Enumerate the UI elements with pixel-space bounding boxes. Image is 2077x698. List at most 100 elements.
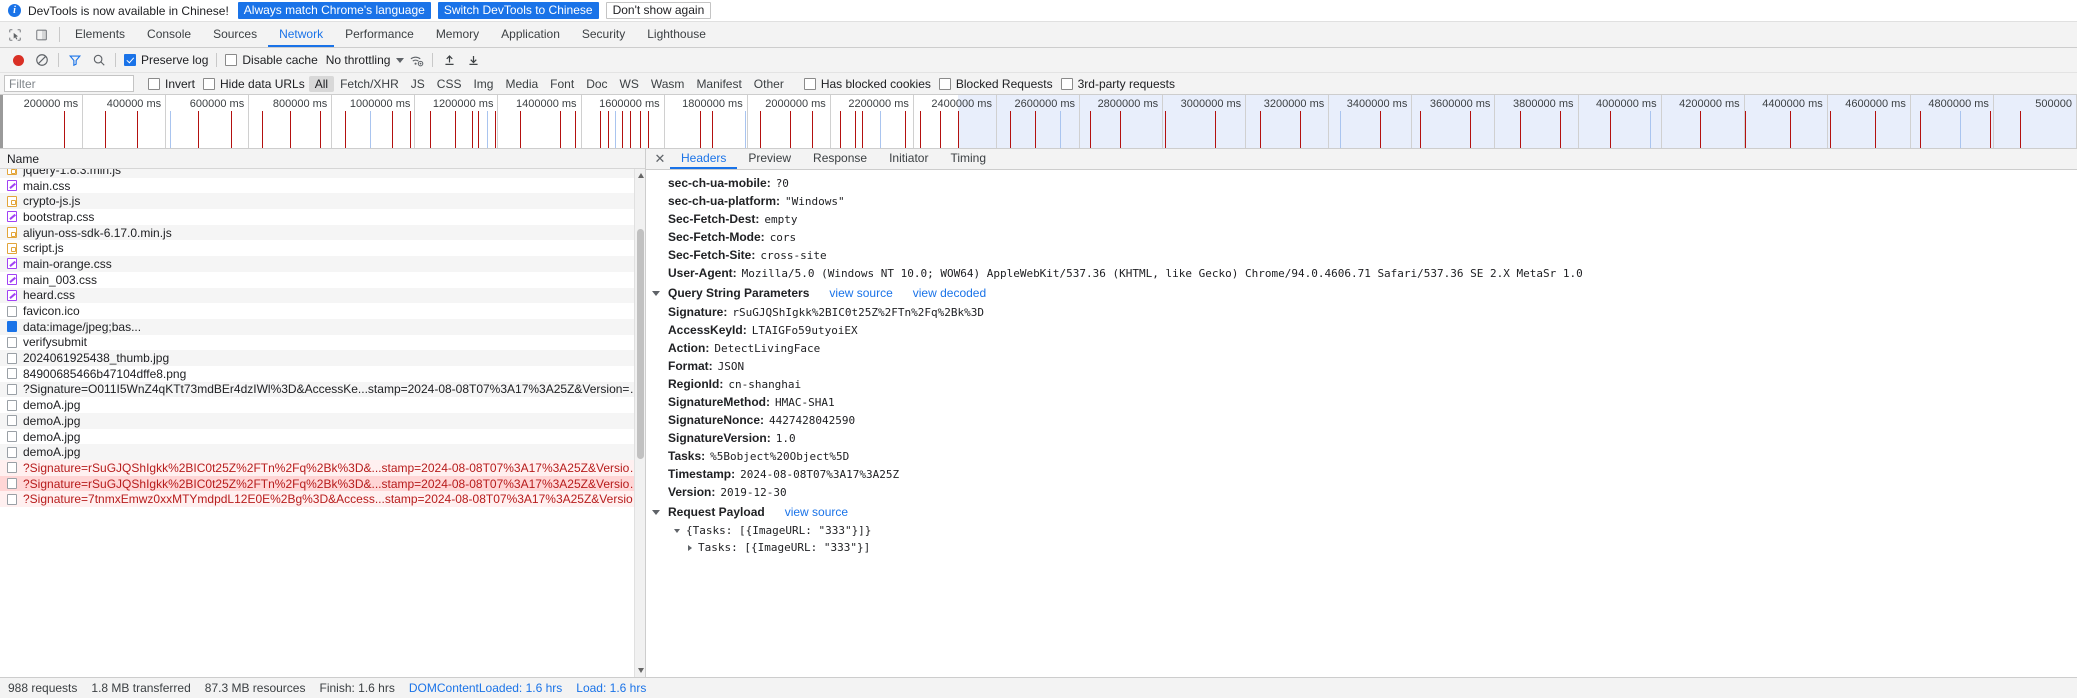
record-button[interactable] (6, 50, 30, 70)
table-row[interactable]: demoA.jpg (0, 429, 645, 445)
list-scrollbar[interactable] (634, 169, 645, 677)
query-param-key: AccessKeyId: (668, 322, 747, 337)
status-dom-content-loaded: DOMContentLoaded: 1.6 hrs (408, 681, 563, 695)
filter-input[interactable] (4, 75, 134, 92)
payload-root-line[interactable]: {Tasks: [{ImageURL: "333"}]} (646, 522, 2077, 539)
table-row[interactable]: main.css (0, 178, 645, 194)
query-string-section-header[interactable]: Query String Parameters view source view… (646, 282, 2077, 303)
detail-tab-preview[interactable]: Preview (737, 149, 802, 169)
table-row[interactable]: ?Signature=rSuGJQShIgkk%2BIC0t25Z%2FTn%2… (0, 475, 645, 492)
timeline-event-marker (1875, 111, 1876, 148)
always-match-language-button[interactable]: Always match Chrome's language (237, 2, 431, 19)
hide-data-urls-box (203, 77, 216, 90)
payload-child-line[interactable]: Tasks: [{ImageURL: "333"}] (646, 539, 2077, 556)
filter-type-css[interactable]: CSS (431, 76, 468, 92)
export-har-icon[interactable] (461, 50, 485, 70)
table-row[interactable]: favicon.ico (0, 303, 645, 319)
table-row[interactable]: data:image/jpeg;bas... (0, 318, 645, 335)
table-row[interactable]: bootstrap.css (0, 209, 645, 225)
detail-tab-headers[interactable]: Headers (670, 149, 738, 169)
table-row[interactable]: ?Signature=7tnmxEmwz0xxMTYmdpdL12E0E%2Bg… (0, 491, 645, 508)
table-row[interactable]: jquery-1.8.3.min.js (0, 169, 645, 178)
filter-type-js[interactable]: JS (405, 76, 431, 92)
switch-to-chinese-button[interactable]: Switch DevTools to Chinese (437, 2, 599, 19)
has-blocked-cookies-checkbox[interactable]: Has blocked cookies (800, 77, 935, 91)
dont-show-again-button[interactable]: Don't show again (605, 2, 712, 19)
disable-cache-checkbox[interactable]: Disable cache (221, 53, 321, 67)
clear-button[interactable] (30, 50, 54, 70)
table-row[interactable]: demoA.jpg (0, 444, 645, 461)
query-param-key: SignatureMethod: (668, 394, 770, 409)
filter-toggle-button[interactable] (63, 50, 87, 70)
search-icon[interactable] (87, 50, 111, 70)
timeline-event-marker (1650, 111, 1651, 148)
inspect-element-icon[interactable] (7, 27, 23, 43)
filter-type-fetch-xhr[interactable]: Fetch/XHR (334, 76, 405, 92)
tab-sources[interactable]: Sources (202, 22, 268, 47)
css-file-icon (7, 211, 17, 223)
table-row[interactable]: script.js (0, 240, 645, 256)
blocked-requests-checkbox[interactable]: Blocked Requests (935, 77, 1057, 91)
query-view-decoded-link[interactable]: view decoded (913, 286, 986, 300)
table-row[interactable]: verifysubmit (0, 335, 645, 351)
table-row[interactable]: heard.css (0, 287, 645, 304)
table-row[interactable]: demoA.jpg (0, 413, 645, 429)
filter-type-wasm[interactable]: Wasm (645, 76, 691, 92)
payload-view-source-link[interactable]: view source (785, 505, 848, 519)
preserve-log-checkbox[interactable]: Preserve log (120, 53, 212, 67)
toggle-device-toolbar-icon[interactable] (34, 27, 50, 43)
filter-type-font[interactable]: Font (544, 76, 580, 92)
import-har-icon[interactable] (437, 50, 461, 70)
timeline-event-marker (1090, 111, 1091, 148)
table-row[interactable]: ?Signature=rSuGJQShIgkk%2BIC0t25Z%2FTn%2… (0, 460, 645, 476)
request-name: ?Signature=rSuGJQShIgkk%2BIC0t25Z%2FTn%2… (23, 476, 645, 491)
network-conditions-icon[interactable] (404, 50, 428, 70)
request-name: favicon.ico (23, 304, 80, 319)
table-row[interactable]: main-orange.css (0, 256, 645, 272)
tab-performance[interactable]: Performance (334, 22, 425, 47)
timeline-overview[interactable]: 200000 ms 400000 ms 600000 ms 800000 ms 1000… (0, 95, 2077, 149)
request-list-scroll[interactable]: jquery-1.8.3.min.js main.css crypto-js.js b… (0, 169, 645, 677)
table-row[interactable]: aliyun-oss-sdk-6.17.0.min.js (0, 224, 645, 241)
tab-lighthouse[interactable]: Lighthouse (636, 22, 717, 47)
detail-tab-timing[interactable]: Timing (939, 149, 997, 169)
table-row[interactable]: demoA.jpg (0, 397, 645, 413)
tab-network[interactable]: Network (268, 22, 335, 47)
tab-security[interactable]: Security (571, 22, 636, 47)
throttling-dropdown[interactable]: No throttling (322, 53, 405, 67)
table-row[interactable]: ?Signature=O011I5WnZ4qKTt73mdBEr4dzIWl%3… (0, 381, 645, 398)
detail-tab-initiator[interactable]: Initiator (878, 149, 939, 169)
tab-elements[interactable]: Elements (64, 22, 136, 47)
table-row[interactable]: crypto-js.js (0, 193, 645, 210)
timeline-event-marker (1260, 111, 1261, 148)
invert-checkbox[interactable]: Invert (144, 77, 199, 91)
filter-type-media[interactable]: Media (499, 76, 544, 92)
filter-type-other[interactable]: Other (748, 76, 790, 92)
tab-console[interactable]: Console (136, 22, 202, 47)
query-view-source-link[interactable]: view source (829, 286, 892, 300)
timeline-left-handle[interactable] (0, 95, 3, 148)
third-party-requests-checkbox[interactable]: 3rd-party requests (1057, 77, 1179, 91)
close-icon[interactable]: ✕ (650, 149, 670, 169)
header-value: cross-site (760, 248, 827, 262)
request-payload-section-header[interactable]: Request Payload view source (646, 501, 2077, 522)
scroll-down-arrow[interactable] (637, 668, 644, 673)
table-row[interactable]: main_003.css (0, 272, 645, 288)
timeline-event-marker (862, 111, 863, 148)
table-row[interactable]: 84900685466b47104dffe8.png (0, 366, 645, 382)
filter-type-manifest[interactable]: Manifest (690, 76, 747, 92)
detail-tab-response[interactable]: Response (802, 149, 878, 169)
tab-memory[interactable]: Memory (425, 22, 490, 47)
table-row[interactable]: 2024061925438_thumb.jpg (0, 350, 645, 366)
scrollbar-thumb[interactable] (637, 229, 644, 459)
tab-application[interactable]: Application (490, 22, 571, 47)
scroll-up-arrow[interactable] (637, 173, 644, 178)
hide-data-urls-checkbox[interactable]: Hide data URLs (199, 77, 309, 91)
filter-type-doc[interactable]: Doc (580, 76, 613, 92)
timeline-event-marker (745, 111, 746, 148)
filter-type-ws[interactable]: WS (614, 76, 645, 92)
filter-type-all[interactable]: All (308, 75, 335, 92)
filter-type-img[interactable]: Img (467, 76, 499, 92)
header-line: Action: DetectLivingFace (646, 339, 2077, 357)
request-name: main.css (23, 178, 71, 193)
